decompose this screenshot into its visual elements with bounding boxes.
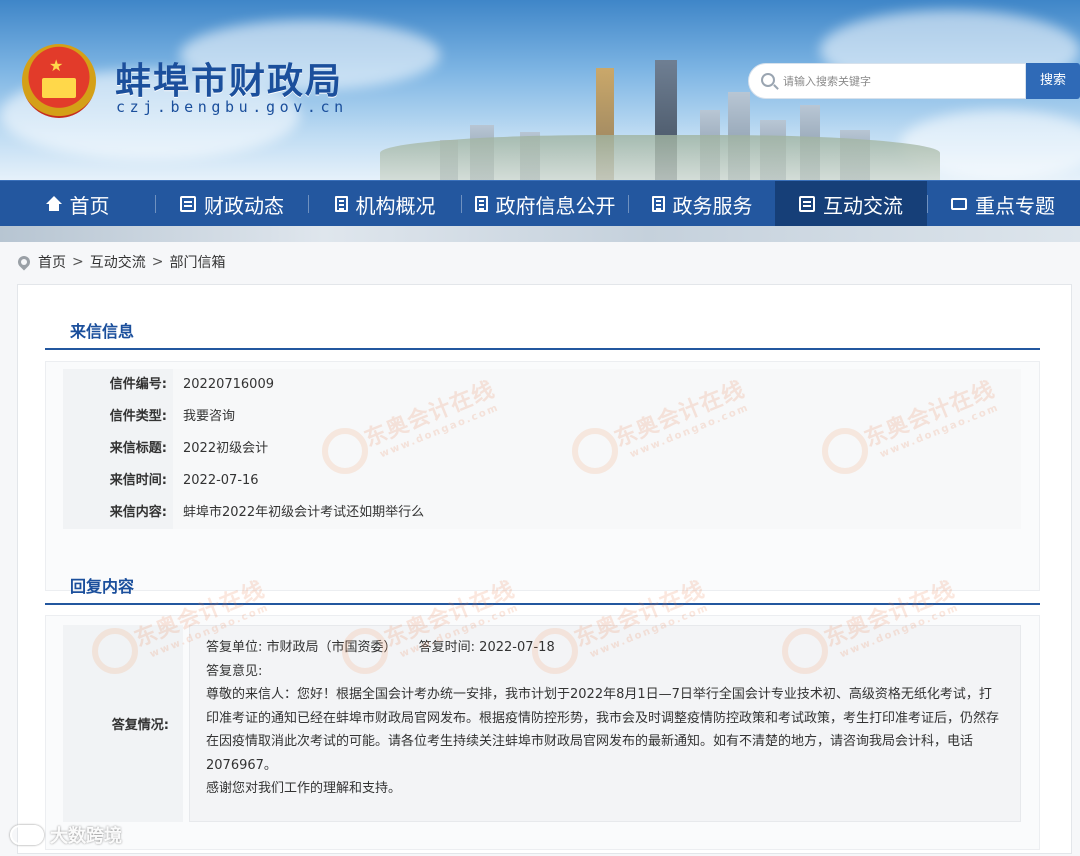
nav-item-label: 重点专题 (975, 193, 1055, 218)
table-row: 信件类型: 我要咨询 (63, 400, 1021, 433)
field-value: 2022初级会计 (173, 432, 1021, 465)
nav-item-label: 政务服务 (672, 193, 753, 218)
reply-table: 答复情况: 答复单位: 市财政局（市国资委） 答复时间: 2022-07-18 … (63, 625, 1021, 822)
field-value: 我要咨询 (173, 400, 1021, 433)
breadcrumb-separator: > (151, 254, 164, 270)
nav-item-label: 首页 (69, 193, 110, 218)
field-value: 20220716009 (173, 368, 1021, 401)
site-header: ★ 蚌埠市财政局 czj.bengbu.gov.cn (0, 0, 1080, 180)
field-value: 2022-07-16 (173, 464, 1021, 497)
main-content: 首页 > 互动交流 > 部门信箱 来信信息 信件编号: 20220716009 … (0, 242, 1080, 856)
nav-item-organization[interactable]: 机构概况 (309, 181, 461, 227)
search-button[interactable]: 搜索 (1026, 63, 1080, 99)
letter-section-title: 来信信息 (70, 322, 135, 341)
nav-item-gov-info[interactable]: 政府信息公开 (462, 181, 628, 227)
national-emblem-logo: ★ (22, 44, 96, 118)
breadcrumb-current: 部门信箱 (169, 255, 226, 271)
section-divider (45, 348, 1040, 350)
breadcrumb-interaction[interactable]: 互动交流 (90, 252, 146, 272)
site-title: 蚌埠市财政局 (115, 61, 344, 102)
reply-unit: 答复单位: 市财政局（市国资委） (206, 640, 397, 655)
field-label: 信件类型: (63, 400, 173, 433)
folder-icon (951, 198, 967, 210)
table-row: 来信时间: 2022-07-16 (63, 464, 1021, 497)
reply-time: 答复时间: 2022-07-18 (418, 640, 555, 655)
corner-watermark-text: 大数跨境 (50, 826, 122, 847)
breadcrumb: 首页 > 互动交流 > 部门信箱 (15, 252, 226, 272)
table-row: 来信内容: 蚌埠市2022年初级会计考试还如期举行么 (63, 496, 1021, 529)
reply-body: 答复单位: 市财政局（市国资委） 答复时间: 2022-07-18 答复意见: … (189, 625, 1021, 822)
letter-info-table: 信件编号: 20220716009 信件类型: 我要咨询 来信标题: 2022初… (63, 368, 1021, 529)
search-icon (761, 73, 775, 87)
nav-item-finance-news[interactable]: 财政动态 (156, 181, 308, 227)
breadcrumb-home[interactable]: 首页 (38, 252, 66, 272)
list-icon (334, 196, 348, 212)
nav-item-label: 互动交流 (823, 193, 903, 218)
nav-item-label: 政府信息公开 (495, 193, 616, 218)
newspaper-icon (180, 196, 196, 212)
nav-item-interaction[interactable]: 互动交流 (775, 181, 927, 227)
corner-watermark: 大数跨境 (10, 822, 122, 848)
document-icon (474, 196, 488, 212)
nav-item-label: 财政动态 (204, 193, 284, 218)
field-label: 信件编号: (63, 368, 173, 401)
location-pin-icon (15, 253, 33, 271)
field-value: 蚌埠市2022年初级会计考试还如期举行么 (173, 496, 1021, 529)
reply-text: 尊敬的来信人：您好！根据全国会计考办统一安排，我市计划于2022年8月1日—7日… (206, 687, 1000, 773)
edit-document-icon (651, 196, 665, 212)
reply-meta: 答复单位: 市财政局（市国资委） 答复时间: 2022-07-18 (206, 636, 1004, 660)
reply-closing: 感谢您对我们工作的理解和支持。 (206, 781, 402, 796)
breadcrumb-separator: > (72, 254, 84, 270)
table-row: 信件编号: 20220716009 (63, 368, 1021, 401)
home-icon (45, 196, 62, 211)
nav-item-home[interactable]: 首页 (0, 181, 155, 227)
search-input[interactable] (783, 64, 1013, 98)
letter-panel: 来信信息 信件编号: 20220716009 信件类型: 我要咨询 来信标题: … (17, 284, 1072, 854)
nav-item-key-topics[interactable]: 重点专题 (928, 181, 1078, 227)
nav-item-gov-service[interactable]: 政务服务 (629, 181, 775, 227)
reply-label: 答复情况: (63, 625, 183, 822)
table-row: 来信标题: 2022初级会计 (63, 432, 1021, 465)
site-domain: czj.bengbu.gov.cn (116, 98, 348, 116)
city-ground (380, 135, 940, 180)
field-label: 来信标题: (63, 432, 173, 465)
brand-logo-icon (10, 825, 44, 845)
city-banner-strip (0, 226, 1080, 242)
chat-document-icon (799, 196, 815, 212)
search-box (748, 63, 1026, 99)
main-nav: 首页 财政动态 机构概况 政府信息公开 政务服务 互动交流 重点专题 (0, 180, 1080, 227)
nav-item-label: 机构概况 (355, 193, 436, 218)
section-divider (45, 603, 1040, 605)
field-label: 来信时间: (63, 464, 173, 497)
field-label: 来信内容: (63, 496, 173, 529)
reply-opinion-label: 答复意见: (206, 663, 263, 679)
reply-section-title: 回复内容 (70, 577, 135, 596)
